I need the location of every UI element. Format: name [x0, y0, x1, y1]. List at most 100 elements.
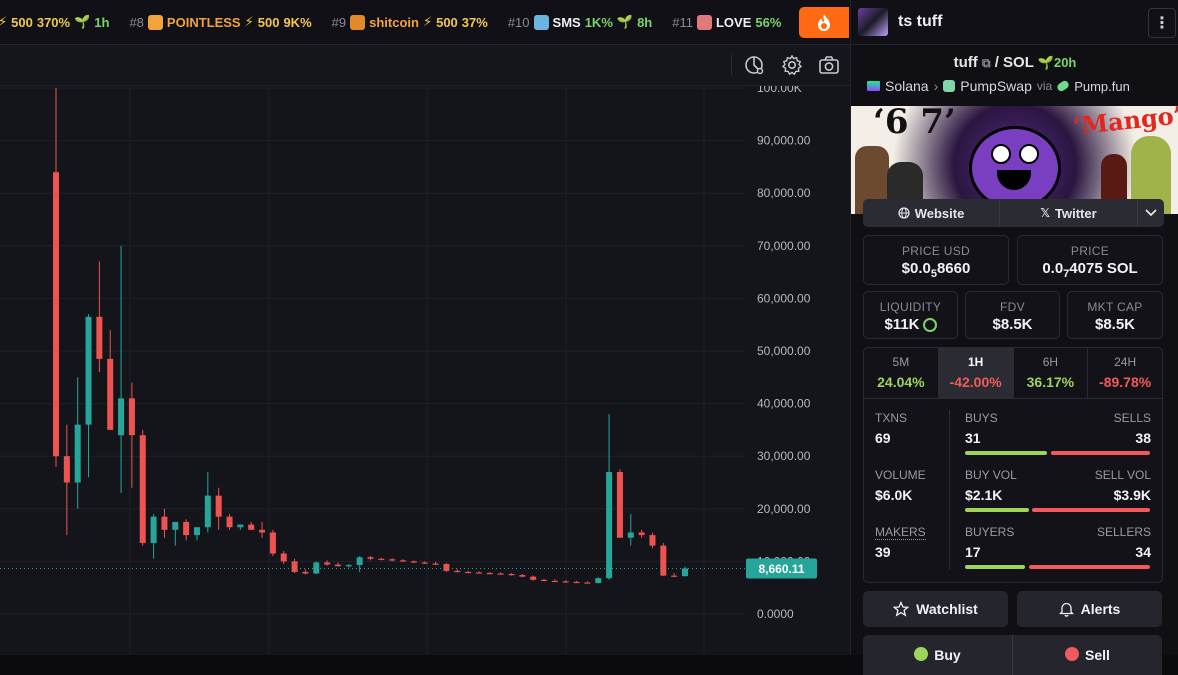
ticker-name: LOVE [715, 14, 752, 30]
ticker-item[interactable]: ⚡500370%🌱1h [0, 14, 109, 30]
candle-down [302, 571, 309, 574]
candlestick-chart[interactable]: 100.00K 90,000.00 80,000.00 70,000.00 60,000… [0, 86, 850, 655]
buys-value: 31 [965, 430, 981, 446]
candle-down [454, 570, 461, 573]
candle-up [74, 424, 81, 483]
ticker-boost: 500 [257, 14, 280, 30]
sprout-icon: 🌱 [616, 14, 634, 29]
watchlist-label: Watchlist [916, 601, 978, 617]
liquidity-box: LIQUIDITY $11K [863, 291, 958, 339]
ticker-item[interactable]: #11 LOVE 56% [672, 14, 781, 30]
ticker-boost: 500 [11, 14, 33, 30]
sell-button[interactable]: Sell [1013, 635, 1162, 675]
buy-button[interactable]: Buy [863, 635, 1013, 675]
gear-icon[interactable] [781, 54, 803, 76]
sellers-bar [1029, 565, 1150, 569]
ticker-change: 9K% [283, 14, 312, 30]
txns-label: TXNS [875, 411, 908, 425]
price-chart[interactable]: 100.00K 90,000.00 80,000.00 70,000.00 60,000… [0, 86, 850, 655]
timeframe-tab-1h[interactable]: 1H -42.00% [938, 348, 1014, 398]
volume-label: VOLUME [875, 468, 926, 482]
ticker-item[interactable]: #8 POINTLESS ⚡ 500 9K% [129, 14, 312, 30]
website-button[interactable]: Website [863, 199, 1000, 227]
y-tick-label: 40,000.00 [757, 397, 811, 411]
candle-down [584, 582, 591, 584]
stats-divider [949, 410, 950, 570]
more-options-button[interactable]: ⋮ [1148, 8, 1176, 38]
candle-up [172, 521, 179, 530]
buy-arrow-icon [914, 647, 929, 661]
twitter-button[interactable]: 𝕏 Twitter [1000, 199, 1138, 227]
token-icon [350, 14, 366, 30]
watchlist-button[interactable]: Watchlist [863, 591, 1008, 627]
banner-eye [991, 144, 1011, 164]
sellers-value: 34 [1135, 544, 1151, 560]
launchpad-link[interactable]: Pump.fun [1074, 79, 1130, 94]
copy-icon[interactable]: ⧉ [982, 56, 991, 70]
fdv-label: FDV [1000, 300, 1025, 314]
candle-down [486, 572, 493, 575]
buyers-label: BUYERS [965, 525, 1015, 539]
candle-down [259, 529, 266, 533]
price-native-label: PRICE [1070, 244, 1110, 258]
buy-volume-bar [965, 508, 1029, 512]
hot-pairs-button[interactable] [799, 7, 849, 38]
price-native-box: PRICE 0.074075 SOL [1017, 235, 1163, 285]
camera-icon[interactable] [818, 54, 840, 76]
trending-ticker: ⚡500370%🌱1h #8POINTLESS⚡5009K% #9shitcoin⚡… [0, 0, 850, 45]
ticker-item[interactable]: #10 SMS 1K% 🌱 8h [508, 14, 652, 30]
timeframe-tab-6h[interactable]: 6H 36.17% [1014, 348, 1089, 398]
token-icon [696, 14, 712, 30]
via-label: via [1036, 79, 1053, 93]
candle-down [465, 571, 472, 574]
candle-down [475, 572, 482, 574]
candle-down [107, 358, 114, 430]
token-banner-image: ‘6 7’ ‘Mango’ [851, 106, 1178, 214]
chain-link[interactable]: Solana [885, 78, 929, 94]
makers-label[interactable]: MAKERS [875, 525, 926, 540]
candle-down [215, 495, 222, 517]
fire-icon [818, 13, 830, 31]
sprout-icon: 🌱 [74, 14, 91, 29]
y-tick-label: 80,000.00 [757, 186, 811, 200]
current-price-label: 8,660.11 [758, 562, 804, 576]
twitter-label: Twitter [1055, 205, 1097, 221]
txns-value: 69 [875, 430, 891, 446]
ticker-rank: #9 [331, 14, 347, 30]
candle-down [432, 563, 439, 565]
alerts-button[interactable]: Alerts [1017, 591, 1162, 627]
candle-down [63, 456, 70, 483]
candle-down [96, 316, 103, 359]
indicator-icon[interactable] [743, 54, 765, 76]
ticker-timeframe: 1h [94, 14, 110, 30]
buys-bar [965, 451, 1047, 455]
chain-breadcrumb: Solana › PumpSwap via Pump.fun [867, 78, 1167, 94]
timeframe-tab-5m[interactable]: 5M 24.04% [864, 348, 939, 398]
market-cap-box: MKT CAP $8.5K [1067, 291, 1163, 339]
bell-icon [1058, 602, 1074, 617]
chart-toolbar [0, 45, 850, 86]
market-cap-label: MKT CAP [1087, 300, 1143, 314]
bolt-icon: ⚡ [0, 14, 7, 30]
ticker-rank: #8 [129, 14, 144, 30]
lock-icon[interactable] [922, 318, 937, 332]
ticker-boost: 500 [436, 14, 458, 30]
sellers-label: SELLERS [1096, 525, 1151, 539]
candle-up [682, 568, 688, 577]
ticker-rank: #10 [507, 14, 530, 30]
timeframe-tab-24h[interactable]: 24H -89.78% [1088, 348, 1162, 398]
candle-down [551, 580, 558, 583]
expand-links-button[interactable] [1138, 199, 1164, 227]
ticker-item[interactable]: #9 shitcoin ⚡ 500 37% [332, 14, 488, 30]
candle-up [193, 527, 200, 536]
dex-link[interactable]: PumpSwap [960, 78, 1032, 94]
buy-label: Buy [934, 647, 961, 663]
timeframe-label: 5M [892, 355, 910, 369]
ticker-change: 1K% [584, 14, 613, 30]
price-usd-label: PRICE USD [901, 244, 971, 258]
solana-icon [867, 81, 880, 91]
banner-eye [1019, 144, 1039, 164]
stats-box: 5M 24.04% 1H -42.00% 6H 36.17% 24H -89.78% … [863, 347, 1163, 583]
buys-label: BUYS [965, 411, 998, 425]
sell-volume-bar [1032, 508, 1150, 512]
